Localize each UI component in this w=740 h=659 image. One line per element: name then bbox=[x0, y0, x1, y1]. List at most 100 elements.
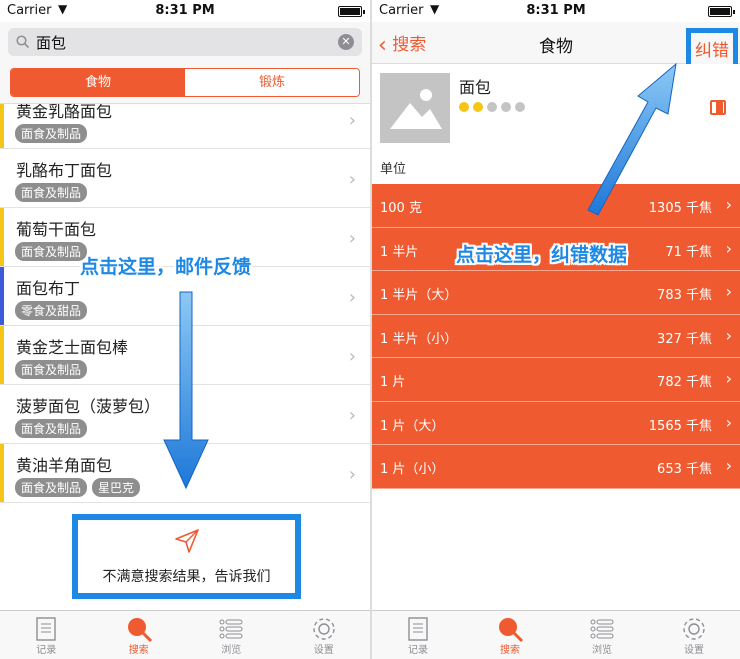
chevron-right-icon: › bbox=[725, 238, 732, 258]
category-segmented-control: 食物 锻炼 bbox=[10, 68, 360, 97]
food-item-name: 菠萝面包（菠萝包） bbox=[16, 397, 161, 416]
tab-search[interactable]: 搜索 bbox=[93, 611, 186, 659]
report-annotation: 点击这里，纠错数据 bbox=[456, 244, 628, 266]
unit-name: 1 片（大） bbox=[380, 418, 445, 434]
category-color-bar bbox=[0, 385, 4, 443]
category-tag: 面食及制品 bbox=[15, 419, 88, 438]
list-item[interactable]: 黄金乳酪面包 面食及制品 › bbox=[0, 104, 370, 149]
unit-name: 100 克 bbox=[380, 201, 422, 216]
notebook-icon bbox=[36, 617, 56, 641]
chevron-right-icon: › bbox=[725, 456, 732, 475]
chevron-right-icon: › bbox=[348, 228, 356, 249]
food-item-tags: 面食及制品 星巴克 bbox=[15, 478, 141, 497]
unit-row[interactable]: 1 半片（小） 327 千焦 › bbox=[372, 314, 740, 358]
tab-record-label: 记录 bbox=[408, 645, 428, 656]
chevron-right-icon: › bbox=[348, 405, 356, 426]
category-tag: 星巴克 bbox=[92, 478, 141, 497]
chevron-right-icon: › bbox=[348, 287, 356, 308]
search-bar: 面包 ✕ bbox=[0, 22, 370, 62]
tab-settings[interactable]: 设置 bbox=[278, 611, 371, 659]
segment-bar: 食物 锻炼 bbox=[0, 62, 370, 104]
paper-plane-icon bbox=[174, 529, 199, 553]
gear-icon bbox=[683, 618, 705, 640]
list-item[interactable]: 黄金芝士面包棒 面食及制品 › bbox=[0, 326, 370, 385]
unit-name: 1 片（小） bbox=[380, 462, 445, 477]
unit-energy: 653 千焦 bbox=[657, 462, 712, 477]
bookmark-icon[interactable] bbox=[710, 100, 726, 115]
unit-row[interactable]: 1 片（大） 1565 千焦 › bbox=[372, 401, 740, 445]
status-time: 8:31 PM bbox=[155, 3, 215, 18]
feedback-label: 不满意搜索结果，告诉我们 bbox=[102, 569, 271, 585]
gear-icon bbox=[313, 618, 335, 640]
category-color-bar bbox=[0, 149, 4, 207]
food-item-name: 黄金芝士面包棒 bbox=[16, 338, 129, 357]
status-bar: Carrier ▼ 8:31 PM bbox=[0, 0, 370, 22]
unit-row[interactable]: 1 片 782 千焦 › bbox=[372, 358, 740, 402]
unit-energy: 71 千焦 bbox=[665, 244, 712, 260]
search-screen: Carrier ▼ 8:31 PM 面包 ✕ 食物 锻炼 黄金乳酪面包 面食及制品… bbox=[0, 0, 370, 659]
category-color-bar bbox=[0, 208, 4, 266]
status-bar: Carrier ▼ 8:31 PM bbox=[372, 0, 740, 22]
chevron-right-icon: › bbox=[725, 412, 732, 432]
food-item-tags: 面食及制品 bbox=[15, 419, 88, 438]
food-image-placeholder bbox=[380, 73, 450, 143]
unit-section-label: 单位 bbox=[380, 162, 407, 177]
feedback-annotation: 点击这里，邮件反馈 bbox=[80, 256, 252, 278]
search-icon bbox=[16, 35, 30, 49]
notebook-icon bbox=[408, 617, 428, 641]
image-icon bbox=[390, 89, 442, 129]
feedback-button[interactable]: 不满意搜索结果，告诉我们 bbox=[72, 514, 301, 599]
list-item[interactable]: 菠萝面包（菠萝包） 面食及制品 › bbox=[0, 385, 370, 444]
unit-list: 100 克 1305 千焦 › 1 半片 71 千焦 › 1 半片（大） 783 千焦 › 1 半… bbox=[372, 184, 740, 489]
food-item-tags: 面食及制品 bbox=[15, 360, 88, 379]
search-query: 面包 bbox=[36, 34, 67, 52]
unit-name: 1 半片（大） bbox=[380, 288, 458, 303]
segment-exercise[interactable]: 锻炼 bbox=[185, 69, 359, 96]
chevron-right-icon: › bbox=[348, 346, 356, 367]
food-item-name: 黄金乳酪面包 bbox=[16, 104, 113, 121]
segment-food[interactable]: 食物 bbox=[11, 69, 185, 96]
battery-icon bbox=[338, 6, 365, 17]
tab-record[interactable]: 记录 bbox=[0, 611, 93, 659]
tab-browse[interactable]: 浏览 bbox=[556, 611, 648, 659]
tab-search[interactable]: 搜索 bbox=[464, 611, 556, 659]
food-header: 面包 单位 bbox=[372, 64, 740, 184]
category-color-bar bbox=[0, 326, 4, 384]
clear-icon[interactable]: ✕ bbox=[338, 34, 354, 50]
list-item[interactable]: 黄油羊角面包 面食及制品 星巴克 › bbox=[0, 444, 370, 503]
tab-browse-label: 浏览 bbox=[221, 645, 242, 656]
category-tag: 面食及制品 bbox=[15, 478, 88, 497]
category-tag: 面食及制品 bbox=[15, 124, 88, 143]
tab-browse-label: 浏览 bbox=[592, 645, 612, 656]
list-item[interactable]: 乳酪布丁面包 面食及制品 › bbox=[0, 149, 370, 208]
unit-name: 1 半片 bbox=[380, 244, 419, 260]
category-tag: 面食及制品 bbox=[15, 360, 88, 379]
search-input[interactable]: 面包 ✕ bbox=[8, 28, 362, 56]
unit-energy: 1305 千焦 bbox=[648, 201, 712, 216]
chevron-right-icon: › bbox=[725, 195, 732, 214]
food-item-name: 面包布丁 bbox=[16, 279, 81, 298]
nav-bar: ‹ 搜索 食物 bbox=[372, 22, 740, 64]
tab-record[interactable]: 记录 bbox=[372, 611, 464, 659]
battery-icon bbox=[708, 6, 735, 17]
unit-row[interactable]: 1 片（小） 653 千焦 › bbox=[372, 445, 740, 489]
health-rating bbox=[459, 102, 525, 112]
page-title: 食物 bbox=[539, 37, 573, 57]
list-icon bbox=[590, 619, 614, 639]
unit-name: 1 半片（小） bbox=[380, 331, 458, 347]
tab-search-label: 搜索 bbox=[128, 645, 149, 656]
unit-row[interactable]: 1 半片（大） 783 千焦 › bbox=[372, 271, 740, 315]
tab-browse[interactable]: 浏览 bbox=[185, 611, 278, 659]
tab-settings-label: 设置 bbox=[313, 645, 334, 656]
food-item-name: 葡萄干面包 bbox=[16, 220, 97, 239]
category-color-bar bbox=[0, 444, 4, 502]
tab-settings[interactable]: 设置 bbox=[648, 611, 740, 659]
unit-energy: 782 千焦 bbox=[657, 375, 712, 390]
search-tab-icon bbox=[499, 618, 524, 643]
unit-energy: 327 千焦 bbox=[657, 331, 712, 347]
rating-dot bbox=[515, 102, 525, 112]
chevron-right-icon: › bbox=[348, 464, 356, 485]
unit-row[interactable]: 100 克 1305 千焦 › bbox=[372, 184, 740, 228]
food-item-tags: 零食及甜品 bbox=[15, 301, 88, 320]
food-item-tags: 面食及制品 bbox=[15, 124, 88, 143]
